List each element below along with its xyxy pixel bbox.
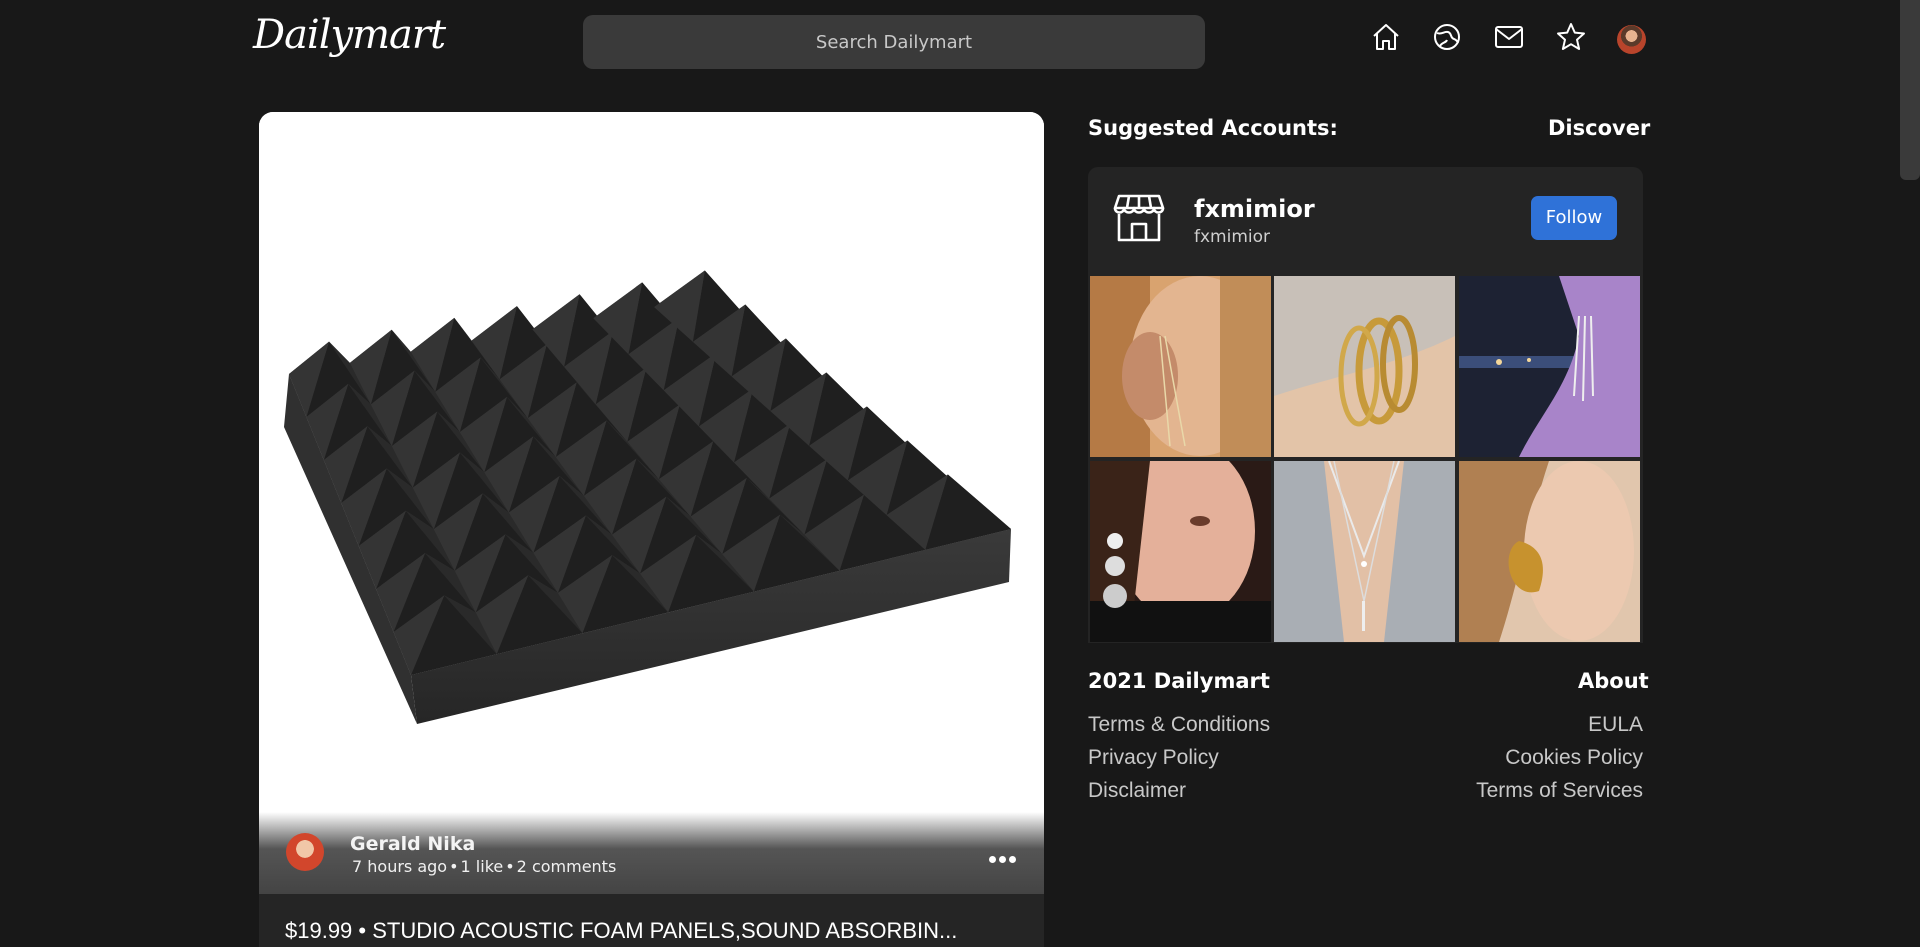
account-name[interactable]: fxmimior bbox=[1194, 195, 1315, 223]
post-comments[interactable]: 2 comments bbox=[517, 857, 617, 876]
account-photo-grid bbox=[1088, 275, 1643, 643]
copyright-text: 2021 Dailymart bbox=[1088, 669, 1270, 693]
product-image[interactable] bbox=[259, 112, 1044, 894]
privacy-policy-link[interactable]: Privacy Policy bbox=[1088, 746, 1219, 770]
eula-link[interactable]: EULA bbox=[1588, 713, 1643, 737]
post-title[interactable]: $19.99 • STUDIO ACOUSTIC FOAM PANELS,SOU… bbox=[285, 918, 1020, 944]
post-card[interactable]: Gerald Nika 7 hours ago • 1 like • 2 comment… bbox=[259, 112, 1044, 947]
store-icon bbox=[1113, 194, 1165, 242]
photo-tile[interactable] bbox=[1090, 461, 1271, 642]
disclaimer-link[interactable]: Disclaimer bbox=[1088, 779, 1186, 803]
photo-tile[interactable] bbox=[1090, 276, 1271, 457]
account-handle: fxmimior bbox=[1194, 227, 1271, 247]
discover-link[interactable]: Discover bbox=[1548, 116, 1650, 140]
terms-conditions-link[interactable]: Terms & Conditions bbox=[1088, 713, 1270, 737]
post-footer: $19.99 • STUDIO ACOUSTIC FOAM PANELS,SOU… bbox=[259, 894, 1044, 947]
scrollbar-thumb[interactable] bbox=[1900, 0, 1920, 180]
mail-icon[interactable] bbox=[1494, 22, 1524, 56]
suggested-account-card[interactable]: fxmimior fxmimior Follow bbox=[1088, 167, 1643, 275]
star-icon[interactable] bbox=[1556, 22, 1586, 56]
post-meta: 7 hours ago • 1 like • 2 comments bbox=[352, 857, 617, 876]
explore-icon[interactable] bbox=[1432, 22, 1462, 56]
photo-tile[interactable] bbox=[1274, 276, 1455, 457]
search-input[interactable] bbox=[583, 15, 1205, 69]
author-name[interactable]: Gerald Nika bbox=[350, 833, 475, 855]
cookies-policy-link[interactable]: Cookies Policy bbox=[1505, 746, 1643, 770]
about-link[interactable]: About bbox=[1578, 669, 1649, 693]
suggested-accounts-heading: Suggested Accounts: bbox=[1088, 116, 1338, 140]
more-options-icon[interactable] bbox=[987, 848, 1017, 867]
follow-button[interactable]: Follow bbox=[1531, 196, 1617, 240]
photo-tile[interactable] bbox=[1274, 461, 1455, 642]
terms-of-services-link[interactable]: Terms of Services bbox=[1476, 779, 1643, 803]
photo-tile[interactable] bbox=[1459, 461, 1640, 642]
profile-avatar[interactable] bbox=[1617, 25, 1646, 54]
post-likes[interactable]: 1 like bbox=[461, 857, 504, 876]
author-avatar[interactable] bbox=[286, 833, 324, 871]
dailymart-logo[interactable]: Dailymart bbox=[253, 12, 446, 58]
home-icon[interactable] bbox=[1371, 22, 1401, 56]
photo-tile[interactable] bbox=[1459, 276, 1640, 457]
post-time: 7 hours ago bbox=[352, 857, 448, 876]
